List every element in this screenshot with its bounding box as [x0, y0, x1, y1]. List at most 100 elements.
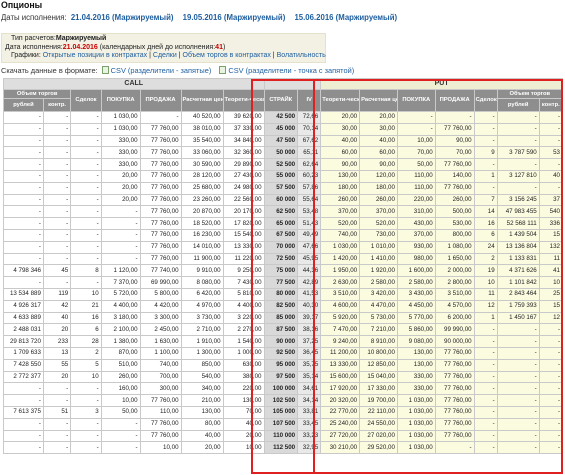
strike-cell: 97 500: [263, 370, 299, 384]
put-deals-cell: -: [473, 346, 498, 360]
call-sell-cell: 700,00: [139, 370, 182, 384]
csv-comma-link[interactable]: CSV (разделители - запятые): [111, 66, 212, 75]
table-row: 7 613 375 51 3 50,00 110,00 130,00 70,00 105 00…: [3, 405, 564, 419]
call-theor-price-cell: 220,00: [222, 382, 265, 396]
put-settle-price-cell: 730,00: [359, 228, 398, 242]
call-volume-contr-cell: 45: [42, 264, 72, 278]
put-buy-cell: 330,00: [396, 370, 436, 384]
put-volume-rub-cell: -: [496, 122, 540, 136]
put-settle-price-cell: 1 920,00: [359, 264, 398, 278]
call-volume-rub-cell: -: [3, 394, 44, 407]
put-deals-cell: 1: [473, 311, 498, 325]
strike-cell: 47 500: [263, 134, 299, 148]
put-volume-rub-cell: -: [496, 429, 540, 443]
download-row: Скачать данные в формате: CSV (разделите…: [1, 66, 358, 75]
call-volume-rub-cell: -: [3, 228, 44, 242]
iv-cell: 32,95: [297, 441, 322, 455]
call-sell-cell: 77 760,00: [139, 228, 182, 242]
put-theor-price-cell: 11 200,00: [320, 346, 361, 360]
call-deals-cell: -: [70, 193, 102, 207]
csv-semicolon-link[interactable]: CSV (разделители - точка с запятой): [228, 66, 354, 75]
call-settle-price-cell: 18 520,00: [180, 217, 224, 230]
call-deals-cell: 21: [70, 299, 102, 313]
put-sell-cell: 77 760,00: [434, 158, 475, 171]
call-sell-cell: 77 760,00: [139, 217, 182, 230]
call-deals-cell: 8: [70, 264, 102, 278]
put-sell-cell: 1 650,00: [434, 252, 475, 266]
expiry-date-link-2[interactable]: 19.05.2016 (Маржируемый): [183, 13, 286, 22]
put-buy-cell: 130,00: [396, 358, 436, 372]
call-theor-price-cell: 20 170,00: [222, 205, 265, 219]
chart-link-volatility[interactable]: Волатильность: [277, 52, 326, 59]
put-deals-cell: -: [473, 134, 498, 148]
call-deals-cell: -: [70, 181, 102, 195]
put-deals-cell: -: [473, 441, 498, 455]
put-buy-cell: 1 030,00: [396, 417, 436, 431]
put-volume-contr-header: контр.: [538, 98, 564, 112]
table-row: - - -330,00 77 760,00 30 590,00 29 890,00 52 5…: [3, 158, 564, 171]
call-deals-cell: -: [70, 146, 102, 160]
put-volume-contr-cell: 15: [538, 228, 564, 242]
table-row: - - -330,00 77 760,00 35 540,00 34 840,00 47 5…: [3, 134, 564, 148]
call-deals-cell: 16: [70, 311, 102, 325]
put-theor-price-cell: 7 470,00: [320, 323, 361, 337]
strike-cell: 77 500: [263, 276, 299, 289]
put-sell-cell: 260,00: [434, 193, 475, 207]
table-row: ---1 030,00 77 760,00 38 010,00 37 330,00 45…: [3, 122, 564, 136]
put-volume-contr-cell: -: [538, 370, 564, 384]
put-sell-cell: 77 760,00: [434, 429, 475, 443]
call-deals-cell: -: [70, 429, 102, 443]
put-settle-price-cell: 3 420,00: [359, 287, 398, 301]
call-volume-contr-cell: -: [42, 134, 72, 148]
call-settle-price-cell: 25 680,00: [180, 181, 224, 195]
call-volume-contr-cell: -: [42, 205, 72, 219]
call-settle-price-cell: 28 120,00: [180, 169, 224, 183]
put-volume-contr-cell: -: [538, 382, 564, 396]
strike-cell: 57 500: [263, 181, 299, 195]
put-settle-price-cell: 20,00: [359, 111, 398, 124]
call-sell-cell: 77 760,00: [139, 193, 182, 207]
table-row: - - -20,00 77 760,00 23 260,00 22 560,00 60 00…: [3, 193, 564, 207]
iv-cell: 72,66: [297, 111, 322, 124]
call-theor-price-cell: 10,00: [222, 441, 265, 455]
put-sell-cell: 3 510,00: [434, 287, 475, 301]
call-volume-contr-cell: -: [42, 417, 72, 431]
call-buy-cell: 510,00: [100, 358, 141, 372]
call-volume-rub-cell: -: [3, 134, 44, 148]
iv-cell: 53,48: [297, 205, 322, 219]
call-deals-cell: -: [70, 111, 102, 124]
put-deals-cell: -: [473, 111, 498, 124]
iv-cell: 33,45: [297, 417, 322, 431]
calc-type-line: Тип расчетов:Маржируемый: [11, 35, 107, 42]
call-sell-cell: 300,00: [139, 382, 182, 396]
put-sell-cell: 1 080,00: [434, 240, 475, 254]
put-settle-price-cell: 22 110,00: [359, 405, 398, 419]
put-volume-contr-cell: 53: [538, 146, 564, 160]
call-volume-rub-cell: -: [3, 217, 44, 230]
call-sell-cell: 77 760,00: [139, 429, 182, 443]
expiry-date-link-3[interactable]: 15.06.2016 (Маржируемый): [294, 13, 397, 22]
call-deals-cell: -: [70, 382, 102, 396]
iv-cell: 62,64: [297, 158, 322, 171]
put-volume-contr-cell: 132: [538, 240, 564, 254]
put-buy-cell: 370,00: [396, 228, 436, 242]
strike-cell: 87 500: [263, 323, 299, 337]
iv-cell: 40,30: [297, 299, 322, 313]
put-volume-rub-cell: -: [496, 323, 540, 337]
put-sell-cell: 70,00: [434, 146, 475, 160]
call-settle-price-cell: 8 080,00: [180, 276, 224, 289]
expiry-date-link-1[interactable]: 21.04.2016 (Маржируемый): [71, 13, 174, 22]
call-volume-rub-header: рублей: [3, 98, 44, 112]
call-volume-contr-cell: 13: [42, 346, 72, 360]
put-buy-cell: 4 450,00: [396, 299, 436, 313]
call-buy-cell: 50,00: [100, 405, 141, 419]
put-theor-price-cell: 5 920,00: [320, 311, 361, 325]
chart-link-deals[interactable]: Сделки: [153, 52, 177, 59]
strike-header: СТРАЙК: [263, 89, 299, 112]
chart-link-open-positions[interactable]: Открытые позиции в контрактах: [43, 52, 147, 59]
call-sell-cell: 69 990,00: [139, 276, 182, 289]
put-volume-contr-cell: -: [538, 441, 564, 455]
strike-cell: 75 000: [263, 264, 299, 278]
expiry-date-value: 21.04.2016: [62, 43, 98, 51]
chart-link-volume[interactable]: Объем торгов в контрактах: [183, 52, 271, 59]
